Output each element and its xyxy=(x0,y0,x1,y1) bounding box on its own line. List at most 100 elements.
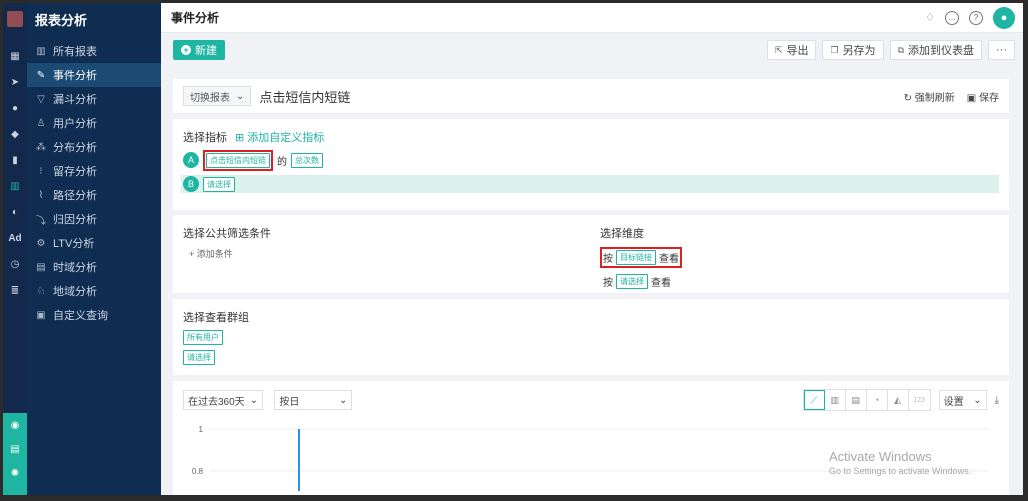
metric-joiner: 的 xyxy=(277,156,287,168)
refresh-icon: ↻ xyxy=(903,92,915,104)
chevron-down-icon: ⌄ xyxy=(973,394,982,406)
chat-icon[interactable]: … xyxy=(945,10,959,25)
new-button[interactable]: + 新建 xyxy=(173,40,225,60)
number-icon[interactable]: 123 xyxy=(909,390,930,410)
send-icon[interactable]: ➤ xyxy=(3,69,27,95)
chart-type-group: ⟋ ▥ ▤ ◔ ◭ 123 xyxy=(802,389,931,411)
region-icon: ♘ xyxy=(36,285,46,297)
ad-icon[interactable]: Ad xyxy=(3,225,27,251)
settings-icon[interactable]: ✺ xyxy=(3,461,27,485)
sidebar-item-all-reports[interactable]: ▥ 所有报表 xyxy=(27,39,161,63)
avatar[interactable]: ● xyxy=(993,6,1015,29)
metrics-section: 选择指标 ⊞ 添加自定义指标 A 点击短信内短链 的 总次数 B 请选择 xyxy=(173,119,1009,210)
area-chart-icon[interactable]: ◭ xyxy=(888,390,909,410)
sidebar-menu: 报表分析 ▥ 所有报表 ✎ 事件分析 ▽ 漏斗分析 ♙ 用户分析 ⁂ 分布分析 ⁝ 留存分析… xyxy=(27,3,161,495)
granularity-select[interactable]: 按日 ⌄ xyxy=(274,390,353,410)
sidebar-item-retention[interactable]: ⁝ 留存分析 xyxy=(27,159,161,183)
event-select[interactable]: 点击短信内短链 xyxy=(206,152,270,168)
sidebar-item-user[interactable]: ♙ 用户分析 xyxy=(27,111,161,135)
sidebar-item-event-analysis[interactable]: ✎ 事件分析 xyxy=(27,63,161,87)
chat-icon[interactable]: ◐ xyxy=(3,199,27,225)
export-icon: ⇱ xyxy=(774,44,783,55)
add-to-dashboard-button[interactable]: ⧉ 添加到仪表盘 xyxy=(889,40,982,60)
download-icon[interactable]: ⤓ xyxy=(995,395,999,406)
dimension-select-1[interactable]: 目标链接 xyxy=(616,250,656,265)
report-header: 切换报表 ⌄ 点击短信内短链 ↻ 强制刷新 ▣ 保存 xyxy=(173,79,1009,114)
highlight-box: 按 目标链接 查看 xyxy=(600,247,682,268)
users-icon[interactable]: ◆ xyxy=(3,121,27,147)
sidebar-item-region[interactable]: ♘ 地域分析 xyxy=(27,279,161,303)
dimension-row-1: 按 目标链接 查看 xyxy=(600,247,682,268)
bookmark-icon[interactable]: ▮ xyxy=(3,147,27,173)
bar-chart-icon[interactable]: ▥ xyxy=(825,390,846,410)
measure-select[interactable]: 总次数 xyxy=(291,152,323,168)
action-bar: + 新建 ⇱ 导出 ❐ 另存为 ⧉ 添加到仪表盘 ··· xyxy=(161,33,1023,67)
sidebar-item-ltv[interactable]: ⚙ LTV分析 xyxy=(27,231,161,255)
force-refresh-button[interactable]: ↻ 强制刷新 xyxy=(904,89,955,104)
sidebar-title: 报表分析 xyxy=(35,13,88,28)
document-icon[interactable]: ▤ xyxy=(3,437,27,461)
copy-icon: ❐ xyxy=(830,44,839,55)
funnel-icon: ▽ xyxy=(37,93,45,105)
sidebar-item-funnel[interactable]: ▽ 漏斗分析 xyxy=(27,87,161,111)
all-users-tag[interactable]: 所有用户 xyxy=(183,330,223,345)
top-bar: 事件分析 ♢ … ? ● xyxy=(161,3,1023,33)
line-chart-icon[interactable]: ⟋ xyxy=(803,390,825,410)
watermark-title: Activate Windows xyxy=(829,449,932,464)
dimension-select-2[interactable]: 请选择 xyxy=(616,274,648,289)
sidebar-item-path[interactable]: ⌇ 路径分析 xyxy=(27,183,161,207)
group-select[interactable]: 请选择 xyxy=(183,350,215,365)
save-button[interactable]: ▣ 保存 xyxy=(967,89,999,104)
clock-icon[interactable]: ◷ xyxy=(3,251,27,277)
user-icon: ♙ xyxy=(36,117,46,129)
filters-title: 选择公共筛选条件 xyxy=(183,228,271,240)
metrics-title: 选择指标 xyxy=(183,132,227,144)
y-tick-label: 0.8 xyxy=(192,467,204,476)
user-icon[interactable]: ● xyxy=(3,95,27,121)
dashboard-icon[interactable]: ▦ xyxy=(3,43,27,69)
query-icon: ▣ xyxy=(36,309,46,321)
sidebar-item-custom-query[interactable]: ▣ 自定义查询 xyxy=(27,303,161,327)
export-button[interactable]: ⇱ 导出 xyxy=(766,40,817,60)
analytics-icon[interactable]: ▥ xyxy=(3,173,27,199)
help-icon[interactable]: ? xyxy=(969,10,983,25)
filters-dimensions-section: 选择公共筛选条件 + 添加条件 选择维度 按 目标链接 查看 按 请选择 查看 xyxy=(173,215,1009,293)
path-icon: ⌇ xyxy=(38,189,44,201)
app-logo xyxy=(7,11,23,27)
groups-section: 选择查看群组 所有用户 请选择 xyxy=(173,299,1009,375)
support-icon[interactable]: ◉ xyxy=(3,413,27,437)
watermark-subtitle: Go to Settings to activate Windows. xyxy=(829,466,972,476)
time-range-select[interactable]: 在过去360天 ⌄ xyxy=(183,390,263,410)
dashboard-icon: ⧉ xyxy=(897,44,904,55)
add-condition-button[interactable]: + 添加条件 xyxy=(189,247,999,260)
sidebar-item-time[interactable]: ▤ 时域分析 xyxy=(27,255,161,279)
grid-icon: ⊞ xyxy=(235,132,248,144)
list-icon[interactable]: ≣ xyxy=(3,277,27,303)
save-as-button[interactable]: ❐ 另存为 xyxy=(822,40,884,60)
ltv-icon: ⚙ xyxy=(36,237,46,249)
metric-badge-b: B xyxy=(183,176,199,192)
settings-select[interactable]: 设置 ⌄ xyxy=(938,390,987,410)
app-window: ▦ ➤ ● ◆ ▮ ▥ ◐ Ad ◷ ≣ ◉ ▤ ✺ 报表分析 ▥ 所有报表 ✎ 事… xyxy=(3,3,1023,495)
event-select-b[interactable]: 请选择 xyxy=(203,176,235,192)
activation-watermark: Activate Windows Go to Settings to activ… xyxy=(829,449,971,476)
chevron-down-icon: ⌄ xyxy=(249,394,258,406)
sidebar-item-distribution[interactable]: ⁂ 分布分析 xyxy=(27,135,161,159)
plus-icon: + xyxy=(181,45,191,55)
add-custom-metric-link[interactable]: ⊞ 添加自定义指标 xyxy=(235,129,324,145)
sidebar-item-attribution[interactable]: ⤵ 归因分析 xyxy=(27,207,161,231)
distribution-icon: ⁂ xyxy=(36,141,46,153)
metric-row-a: A 点击短信内短链 的 总次数 xyxy=(183,149,999,171)
dimension-row-2: 按 请选择 查看 xyxy=(600,274,682,289)
chevron-down-icon: ⌄ xyxy=(338,394,348,406)
switch-report-dropdown[interactable]: 切换报表 ⌄ xyxy=(183,86,252,106)
pie-chart-icon[interactable]: ◔ xyxy=(867,390,888,410)
report-name[interactable]: 点击短信内短链 xyxy=(259,87,350,106)
bar-chart-icon: ▥ xyxy=(36,45,46,57)
chevron-down-icon: ⌄ xyxy=(236,90,245,102)
more-button[interactable]: ··· xyxy=(988,40,1015,60)
stacked-bar-icon[interactable]: ▤ xyxy=(846,390,867,410)
attribution-icon: ⤵ xyxy=(36,215,46,227)
bell-icon[interactable]: ♢ xyxy=(925,11,935,24)
highlight-box: 点击短信内短链 xyxy=(203,149,273,171)
